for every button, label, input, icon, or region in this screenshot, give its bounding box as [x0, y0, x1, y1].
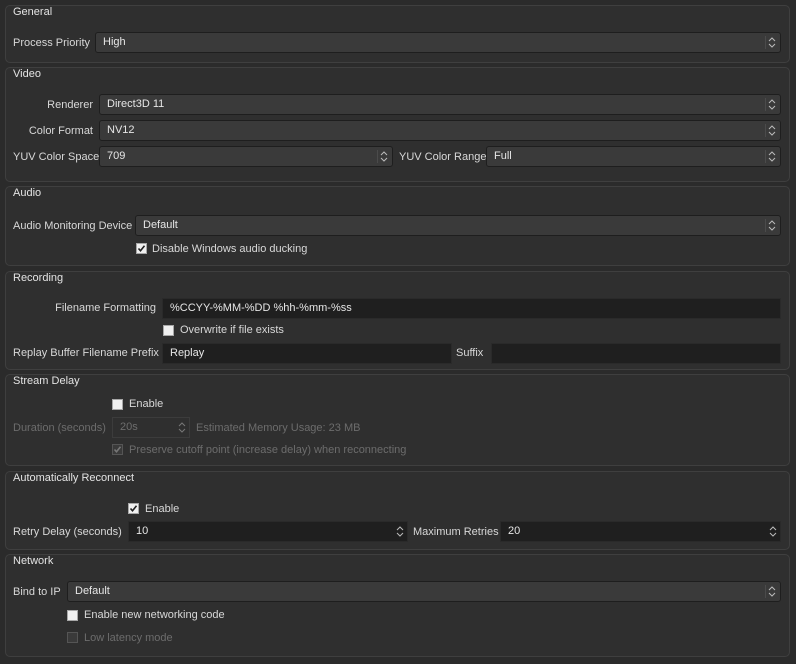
audio-group: Audio Audio Monitoring Device Default Di…: [5, 186, 790, 266]
retry-delay-value: 10: [136, 525, 149, 537]
spin-arrows-icon[interactable]: [394, 525, 405, 538]
memory-usage-label: Estimated Memory Usage: 23 MB: [196, 422, 361, 434]
process-priority-combo[interactable]: High: [95, 32, 781, 53]
suffix-input[interactable]: [491, 343, 781, 364]
monitoring-device-label: Audio Monitoring Device: [13, 220, 133, 232]
stream-delay-enable-label[interactable]: Enable: [129, 398, 163, 410]
overwrite-label[interactable]: Overwrite if file exists: [180, 324, 284, 336]
replay-prefix-label: Replay Buffer Filename Prefix: [13, 347, 159, 359]
color-range-combo[interactable]: Full: [486, 146, 781, 167]
audio-group-title: Audio: [13, 187, 42, 199]
checkmark-icon: [113, 446, 122, 454]
updown-arrows-icon: [377, 150, 389, 163]
color-space-value: 709: [107, 150, 126, 162]
ducking-checkbox[interactable]: [136, 243, 147, 254]
max-retries-spinbox[interactable]: 20: [500, 521, 781, 542]
updown-arrows-icon: [765, 585, 777, 598]
reconnect-group: Automatically Reconnect Enable Retry Del…: [5, 471, 790, 550]
suffix-label: Suffix: [456, 347, 484, 359]
retry-delay-spinbox[interactable]: 10: [128, 521, 408, 542]
overwrite-checkbox[interactable]: [163, 325, 174, 336]
stream-delay-group-title: Stream Delay: [13, 375, 80, 387]
bind-ip-value: Default: [75, 585, 110, 597]
filename-format-label: Filename Formatting: [55, 302, 156, 314]
stream-delay-group: Stream Delay Enable Duration (seconds) 2…: [5, 374, 790, 466]
updown-arrows-icon: [765, 219, 777, 232]
updown-arrows-icon: [765, 124, 777, 137]
network-group-title: Network: [13, 555, 54, 567]
duration-spinbox[interactable]: 20s: [112, 417, 190, 438]
color-format-value: NV12: [107, 124, 135, 136]
recording-group-title: Recording: [13, 272, 64, 284]
color-format-label: Color Format: [28, 125, 93, 137]
spin-arrows-icon[interactable]: [767, 525, 778, 538]
new-networking-label[interactable]: Enable new networking code: [84, 609, 225, 621]
process-priority-value: High: [103, 36, 126, 48]
new-networking-checkbox[interactable]: [67, 610, 78, 621]
spin-arrows-icon: [176, 421, 187, 434]
low-latency-label[interactable]: Low latency mode: [84, 632, 173, 644]
renderer-combo[interactable]: Direct3D 11: [99, 94, 781, 115]
color-space-label: YUV Color Space: [13, 151, 100, 163]
video-group-title: Video: [13, 68, 41, 80]
preserve-cutoff-label[interactable]: Preserve cutoff point (increase delay) w…: [129, 444, 406, 456]
recording-group: Recording Filename Formatting %CCYY-%MM-…: [5, 271, 790, 370]
reconnect-group-title: Automatically Reconnect: [13, 472, 135, 484]
retry-delay-label: Retry Delay (seconds): [13, 526, 122, 538]
filename-format-value: %CCYY-%MM-%DD %hh-%mm-%ss: [170, 302, 352, 314]
renderer-value: Direct3D 11: [107, 98, 165, 110]
updown-arrows-icon: [765, 36, 777, 49]
low-latency-checkbox[interactable]: [67, 632, 78, 643]
reconnect-enable-label[interactable]: Enable: [145, 503, 179, 515]
filename-format-input[interactable]: %CCYY-%MM-%DD %hh-%mm-%ss: [162, 298, 781, 319]
video-group: Video Renderer Direct3D 11 Color Format …: [5, 67, 790, 182]
reconnect-enable-checkbox[interactable]: [128, 503, 139, 514]
ducking-label[interactable]: Disable Windows audio ducking: [152, 243, 307, 255]
color-space-combo[interactable]: 709: [99, 146, 393, 167]
color-range-value: Full: [494, 150, 512, 162]
general-group: General Process Priority High: [5, 5, 790, 63]
duration-value: 20s: [120, 421, 138, 433]
bind-ip-combo[interactable]: Default: [67, 581, 781, 602]
color-range-label: YUV Color Range: [399, 151, 487, 163]
process-priority-label: Process Priority: [13, 37, 91, 49]
network-group: Network Bind to IP Default Enable new ne…: [5, 554, 790, 657]
max-retries-label: Maximum Retries: [413, 526, 499, 538]
replay-prefix-input[interactable]: Replay: [162, 343, 452, 364]
updown-arrows-icon: [765, 150, 777, 163]
monitoring-device-value: Default: [143, 219, 178, 231]
preserve-cutoff-checkbox[interactable]: [112, 444, 123, 455]
color-format-combo[interactable]: NV12: [99, 120, 781, 141]
replay-prefix-value: Replay: [170, 347, 205, 359]
general-group-title: General: [13, 6, 53, 18]
checkmark-icon: [129, 505, 138, 513]
bind-ip-label: Bind to IP: [13, 586, 61, 598]
renderer-label: Renderer: [47, 99, 93, 111]
updown-arrows-icon: [765, 98, 777, 111]
monitoring-device-combo[interactable]: Default: [135, 215, 781, 236]
stream-delay-enable-checkbox[interactable]: [112, 399, 123, 410]
checkmark-icon: [137, 245, 146, 253]
duration-label: Duration (seconds): [13, 422, 106, 434]
max-retries-value: 20: [508, 525, 521, 537]
